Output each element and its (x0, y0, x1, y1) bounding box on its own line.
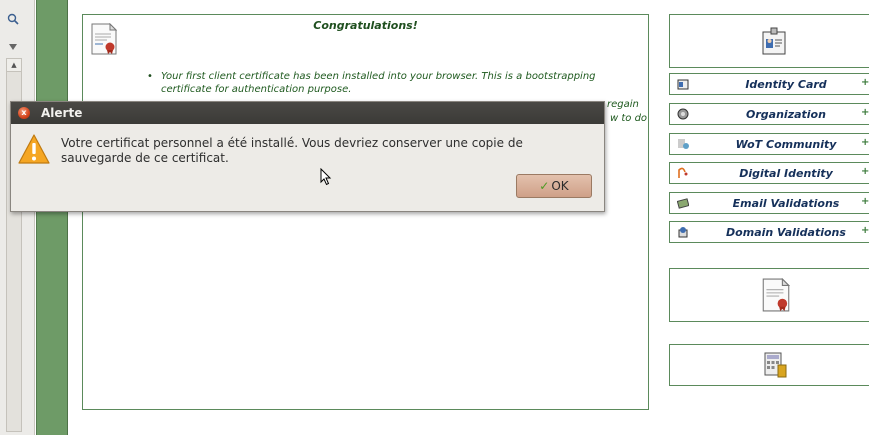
expand-plus-icon[interactable]: + (861, 197, 869, 207)
menu-item-label: WoT Community (735, 137, 837, 151)
dialog-titlebar[interactable]: x Alerte (11, 102, 604, 124)
message-line: Votre certificat personnel a été install… (61, 136, 523, 150)
congratulations-heading: Congratulations! (313, 19, 418, 32)
dropdown-button[interactable] (2, 38, 24, 56)
expand-plus-icon[interactable]: + (861, 167, 869, 177)
menu-item-label: Digital Identity (739, 166, 833, 180)
menu-item-domain-validations[interactable]: Domain Validations + (669, 221, 869, 243)
menu-item-label: Identity Card (745, 77, 827, 91)
dialog-title: Alerte (41, 106, 83, 120)
menu-item-label: Domain Validations (726, 225, 846, 239)
certificate-icon (762, 278, 790, 312)
menu-item-label: Email Validations (732, 196, 840, 210)
menu-item-label: Organization (746, 107, 826, 121)
community-icon (674, 137, 692, 151)
magnifier-icon (7, 13, 19, 25)
main-content-panel: Congratulations! Your first client certi… (82, 14, 649, 410)
browser-side-toolbar: ▲ (0, 0, 35, 435)
scroll-up-arrow-icon[interactable]: ▲ (7, 59, 21, 72)
expand-plus-icon[interactable]: + (861, 138, 869, 148)
checkmark-icon: ✓ (539, 179, 550, 193)
calculator-icon (764, 352, 787, 378)
organization-icon (674, 107, 692, 121)
ok-button-label: OK (551, 179, 569, 193)
expand-plus-icon[interactable]: + (861, 108, 869, 118)
expand-plus-icon[interactable]: + (861, 78, 869, 88)
digital-identity-icon (674, 166, 692, 180)
info-list: Your first client certificate has been i… (147, 70, 647, 98)
menu-item-digital-identity[interactable]: Digital Identity + (669, 162, 869, 184)
menu-item-identity-card[interactable]: Identity Card + (669, 73, 869, 95)
calculator-box[interactable] (669, 344, 869, 386)
message-line: sauvegarde de ce certificat. (61, 151, 229, 165)
certificate-box[interactable] (669, 268, 869, 322)
partially-hidden-text: w to do (610, 113, 648, 124)
partially-hidden-text: regain (607, 99, 639, 110)
zoom-button[interactable] (2, 10, 24, 28)
id-badge-box[interactable] (669, 14, 869, 68)
warning-icon (18, 134, 50, 164)
triangle-down-icon (9, 44, 17, 50)
id-card-icon (674, 77, 692, 91)
mouse-pointer-icon (320, 168, 332, 186)
menu-item-organization[interactable]: Organization + (669, 103, 869, 125)
green-side-bar (36, 0, 68, 435)
domain-icon (674, 225, 692, 239)
ok-button[interactable]: ✓ OK (516, 174, 592, 198)
menu-item-wot-community[interactable]: WoT Community + (669, 133, 869, 155)
id-badge-icon (762, 27, 786, 55)
list-item: Your first client certificate has been i… (147, 70, 647, 96)
dialog-message: Votre certificat personnel a été install… (61, 136, 581, 166)
menu-item-email-validations[interactable]: Email Validations + (669, 192, 869, 214)
alert-dialog: x Alerte Votre certificat personnel a ét… (10, 101, 605, 212)
expand-plus-icon[interactable]: + (861, 226, 869, 236)
email-icon (674, 196, 692, 210)
close-icon[interactable]: x (18, 107, 30, 119)
